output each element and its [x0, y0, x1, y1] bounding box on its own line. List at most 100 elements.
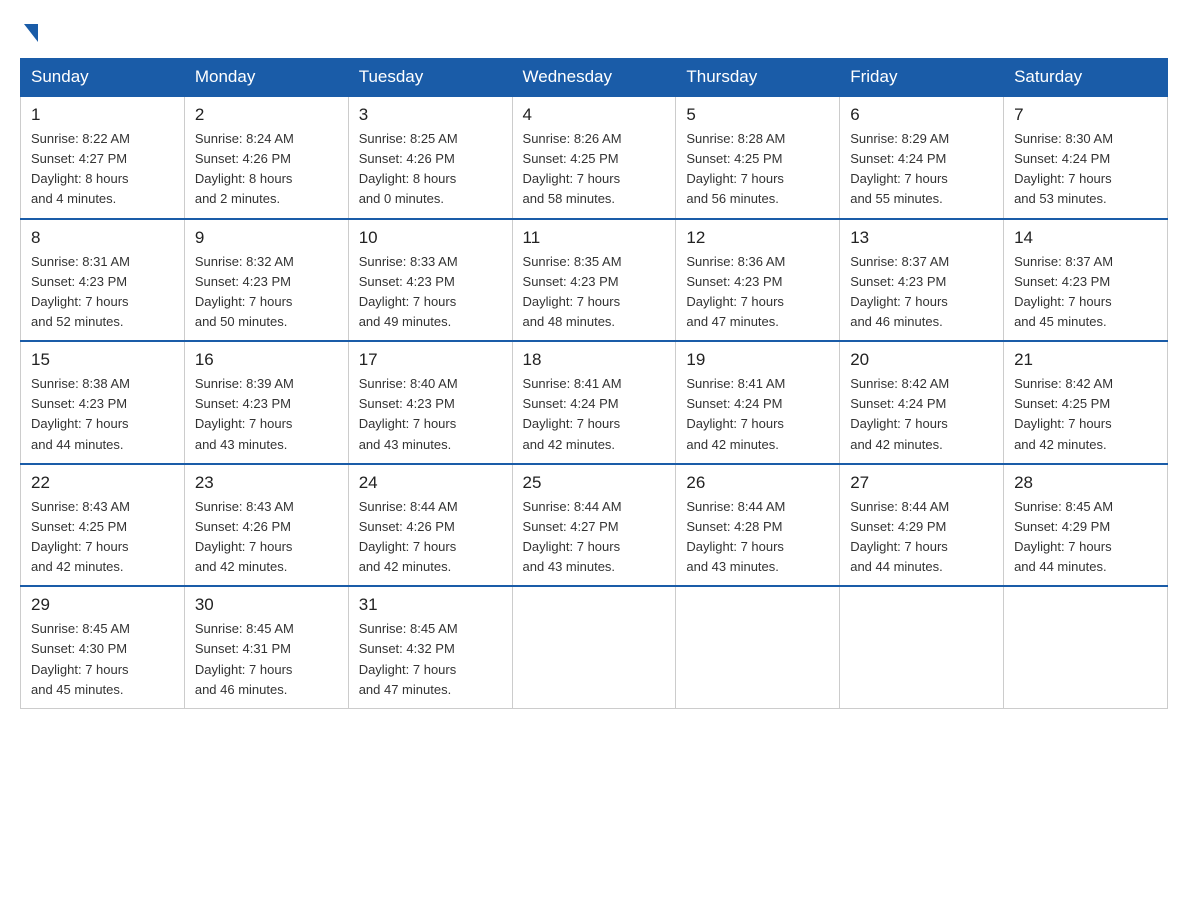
day-info: Sunrise: 8:44 AMSunset: 4:26 PMDaylight:… — [359, 497, 502, 578]
calendar-day-cell: 6 Sunrise: 8:29 AMSunset: 4:24 PMDayligh… — [840, 96, 1004, 219]
day-number: 15 — [31, 350, 174, 370]
day-number: 6 — [850, 105, 993, 125]
calendar-day-cell: 28 Sunrise: 8:45 AMSunset: 4:29 PMDaylig… — [1004, 464, 1168, 587]
calendar-day-cell: 29 Sunrise: 8:45 AMSunset: 4:30 PMDaylig… — [21, 586, 185, 708]
calendar-week-row: 1 Sunrise: 8:22 AMSunset: 4:27 PMDayligh… — [21, 96, 1168, 219]
day-info: Sunrise: 8:45 AMSunset: 4:31 PMDaylight:… — [195, 619, 338, 700]
calendar-day-cell: 24 Sunrise: 8:44 AMSunset: 4:26 PMDaylig… — [348, 464, 512, 587]
calendar-day-cell: 31 Sunrise: 8:45 AMSunset: 4:32 PMDaylig… — [348, 586, 512, 708]
calendar-day-cell — [840, 586, 1004, 708]
calendar-day-cell: 16 Sunrise: 8:39 AMSunset: 4:23 PMDaylig… — [184, 341, 348, 464]
calendar-day-cell: 27 Sunrise: 8:44 AMSunset: 4:29 PMDaylig… — [840, 464, 1004, 587]
day-info: Sunrise: 8:39 AMSunset: 4:23 PMDaylight:… — [195, 374, 338, 455]
day-number: 10 — [359, 228, 502, 248]
calendar-day-cell: 30 Sunrise: 8:45 AMSunset: 4:31 PMDaylig… — [184, 586, 348, 708]
day-info: Sunrise: 8:45 AMSunset: 4:30 PMDaylight:… — [31, 619, 174, 700]
day-info: Sunrise: 8:22 AMSunset: 4:27 PMDaylight:… — [31, 129, 174, 210]
calendar-week-row: 8 Sunrise: 8:31 AMSunset: 4:23 PMDayligh… — [21, 219, 1168, 342]
day-number: 17 — [359, 350, 502, 370]
day-info: Sunrise: 8:29 AMSunset: 4:24 PMDaylight:… — [850, 129, 993, 210]
day-number: 5 — [686, 105, 829, 125]
day-info: Sunrise: 8:24 AMSunset: 4:26 PMDaylight:… — [195, 129, 338, 210]
calendar-weekday-header: Saturday — [1004, 59, 1168, 97]
day-number: 25 — [523, 473, 666, 493]
day-number: 7 — [1014, 105, 1157, 125]
day-info: Sunrise: 8:33 AMSunset: 4:23 PMDaylight:… — [359, 252, 502, 333]
day-info: Sunrise: 8:43 AMSunset: 4:25 PMDaylight:… — [31, 497, 174, 578]
calendar-day-cell: 14 Sunrise: 8:37 AMSunset: 4:23 PMDaylig… — [1004, 219, 1168, 342]
day-info: Sunrise: 8:37 AMSunset: 4:23 PMDaylight:… — [850, 252, 993, 333]
day-info: Sunrise: 8:36 AMSunset: 4:23 PMDaylight:… — [686, 252, 829, 333]
day-number: 29 — [31, 595, 174, 615]
day-info: Sunrise: 8:25 AMSunset: 4:26 PMDaylight:… — [359, 129, 502, 210]
day-info: Sunrise: 8:26 AMSunset: 4:25 PMDaylight:… — [523, 129, 666, 210]
calendar-day-cell: 21 Sunrise: 8:42 AMSunset: 4:25 PMDaylig… — [1004, 341, 1168, 464]
calendar-day-cell — [676, 586, 840, 708]
day-info: Sunrise: 8:44 AMSunset: 4:28 PMDaylight:… — [686, 497, 829, 578]
day-info: Sunrise: 8:45 AMSunset: 4:32 PMDaylight:… — [359, 619, 502, 700]
day-number: 11 — [523, 228, 666, 248]
day-number: 3 — [359, 105, 502, 125]
calendar-week-row: 15 Sunrise: 8:38 AMSunset: 4:23 PMDaylig… — [21, 341, 1168, 464]
calendar-day-cell — [1004, 586, 1168, 708]
day-info: Sunrise: 8:42 AMSunset: 4:25 PMDaylight:… — [1014, 374, 1157, 455]
calendar-weekday-header: Thursday — [676, 59, 840, 97]
calendar-weekday-header: Sunday — [21, 59, 185, 97]
day-info: Sunrise: 8:31 AMSunset: 4:23 PMDaylight:… — [31, 252, 174, 333]
day-number: 20 — [850, 350, 993, 370]
day-number: 9 — [195, 228, 338, 248]
calendar-week-row: 22 Sunrise: 8:43 AMSunset: 4:25 PMDaylig… — [21, 464, 1168, 587]
calendar-day-cell: 7 Sunrise: 8:30 AMSunset: 4:24 PMDayligh… — [1004, 96, 1168, 219]
calendar-day-cell: 15 Sunrise: 8:38 AMSunset: 4:23 PMDaylig… — [21, 341, 185, 464]
day-number: 23 — [195, 473, 338, 493]
logo — [20, 20, 38, 38]
calendar-day-cell — [512, 586, 676, 708]
calendar-header-row: SundayMondayTuesdayWednesdayThursdayFrid… — [21, 59, 1168, 97]
calendar-day-cell: 23 Sunrise: 8:43 AMSunset: 4:26 PMDaylig… — [184, 464, 348, 587]
day-number: 21 — [1014, 350, 1157, 370]
calendar-day-cell: 4 Sunrise: 8:26 AMSunset: 4:25 PMDayligh… — [512, 96, 676, 219]
day-info: Sunrise: 8:44 AMSunset: 4:29 PMDaylight:… — [850, 497, 993, 578]
day-info: Sunrise: 8:45 AMSunset: 4:29 PMDaylight:… — [1014, 497, 1157, 578]
logo-arrow-icon — [24, 24, 38, 42]
calendar-day-cell: 18 Sunrise: 8:41 AMSunset: 4:24 PMDaylig… — [512, 341, 676, 464]
calendar-week-row: 29 Sunrise: 8:45 AMSunset: 4:30 PMDaylig… — [21, 586, 1168, 708]
calendar-table: SundayMondayTuesdayWednesdayThursdayFrid… — [20, 58, 1168, 709]
day-info: Sunrise: 8:41 AMSunset: 4:24 PMDaylight:… — [686, 374, 829, 455]
day-number: 12 — [686, 228, 829, 248]
day-info: Sunrise: 8:41 AMSunset: 4:24 PMDaylight:… — [523, 374, 666, 455]
day-number: 30 — [195, 595, 338, 615]
day-info: Sunrise: 8:44 AMSunset: 4:27 PMDaylight:… — [523, 497, 666, 578]
logo-general-text — [20, 20, 38, 42]
day-number: 2 — [195, 105, 338, 125]
calendar-day-cell: 13 Sunrise: 8:37 AMSunset: 4:23 PMDaylig… — [840, 219, 1004, 342]
day-number: 18 — [523, 350, 666, 370]
calendar-day-cell: 1 Sunrise: 8:22 AMSunset: 4:27 PMDayligh… — [21, 96, 185, 219]
day-number: 19 — [686, 350, 829, 370]
calendar-day-cell: 10 Sunrise: 8:33 AMSunset: 4:23 PMDaylig… — [348, 219, 512, 342]
calendar-day-cell: 8 Sunrise: 8:31 AMSunset: 4:23 PMDayligh… — [21, 219, 185, 342]
day-info: Sunrise: 8:32 AMSunset: 4:23 PMDaylight:… — [195, 252, 338, 333]
page-header — [20, 20, 1168, 38]
day-number: 24 — [359, 473, 502, 493]
calendar-day-cell: 25 Sunrise: 8:44 AMSunset: 4:27 PMDaylig… — [512, 464, 676, 587]
day-number: 4 — [523, 105, 666, 125]
day-number: 8 — [31, 228, 174, 248]
calendar-day-cell: 5 Sunrise: 8:28 AMSunset: 4:25 PMDayligh… — [676, 96, 840, 219]
day-info: Sunrise: 8:37 AMSunset: 4:23 PMDaylight:… — [1014, 252, 1157, 333]
day-info: Sunrise: 8:28 AMSunset: 4:25 PMDaylight:… — [686, 129, 829, 210]
day-number: 1 — [31, 105, 174, 125]
calendar-day-cell: 11 Sunrise: 8:35 AMSunset: 4:23 PMDaylig… — [512, 219, 676, 342]
calendar-day-cell: 17 Sunrise: 8:40 AMSunset: 4:23 PMDaylig… — [348, 341, 512, 464]
calendar-weekday-header: Friday — [840, 59, 1004, 97]
calendar-day-cell: 3 Sunrise: 8:25 AMSunset: 4:26 PMDayligh… — [348, 96, 512, 219]
day-info: Sunrise: 8:42 AMSunset: 4:24 PMDaylight:… — [850, 374, 993, 455]
day-number: 27 — [850, 473, 993, 493]
day-info: Sunrise: 8:35 AMSunset: 4:23 PMDaylight:… — [523, 252, 666, 333]
calendar-day-cell: 19 Sunrise: 8:41 AMSunset: 4:24 PMDaylig… — [676, 341, 840, 464]
day-number: 14 — [1014, 228, 1157, 248]
calendar-day-cell: 26 Sunrise: 8:44 AMSunset: 4:28 PMDaylig… — [676, 464, 840, 587]
calendar-weekday-header: Wednesday — [512, 59, 676, 97]
day-info: Sunrise: 8:38 AMSunset: 4:23 PMDaylight:… — [31, 374, 174, 455]
day-info: Sunrise: 8:30 AMSunset: 4:24 PMDaylight:… — [1014, 129, 1157, 210]
